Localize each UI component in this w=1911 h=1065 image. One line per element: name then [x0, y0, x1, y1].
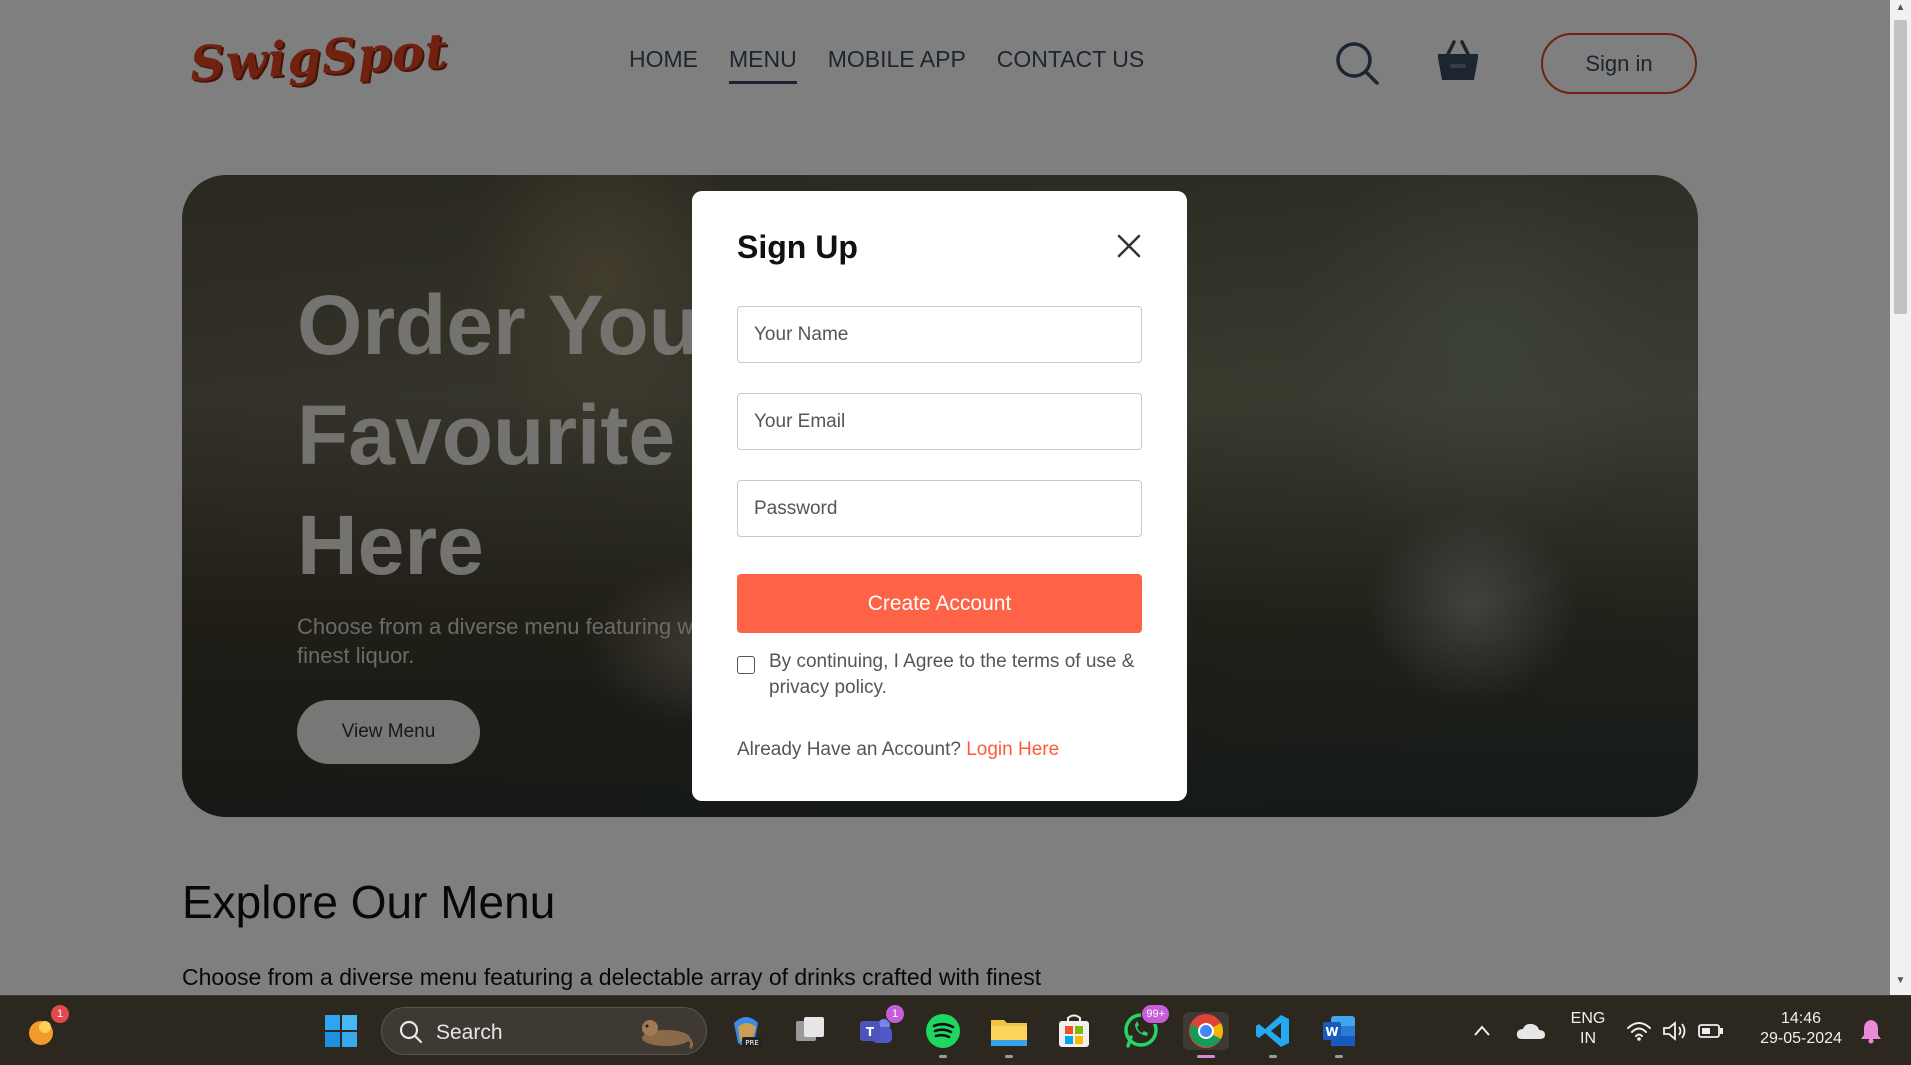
time-label: 14:46 [1780, 1010, 1822, 1027]
svg-text:T: T [866, 1025, 875, 1039]
widgets-badge: 1 [50, 1004, 70, 1024]
active-indicator [1197, 1055, 1215, 1058]
vscode-icon[interactable] [1254, 1012, 1292, 1058]
scrollbar[interactable]: ▲ ▼ [1890, 0, 1911, 995]
otter-icon [642, 1020, 694, 1050]
agree-checkbox[interactable] [737, 656, 755, 674]
start-icon[interactable] [322, 1012, 360, 1050]
svg-text:PRE: PRE [745, 1039, 759, 1047]
taskbar-search[interactable]: Search [381, 1007, 707, 1055]
word-icon[interactable]: W [1320, 1012, 1358, 1058]
running-indicator [939, 1055, 947, 1058]
password-field[interactable] [737, 480, 1142, 537]
wifi-icon [1627, 1022, 1651, 1041]
language-label: ENG [1570, 1010, 1606, 1027]
teams-icon[interactable]: T 1 [857, 1004, 905, 1050]
scroll-up-arrow-icon[interactable]: ▲ [1890, 2, 1911, 16]
microsoft-store-icon[interactable] [1055, 1012, 1093, 1050]
running-indicator [1335, 1055, 1343, 1058]
whatsapp-badge: 99+ [1141, 1004, 1170, 1024]
clock[interactable]: 14:46 29-05-2024 [1746, 1009, 1856, 1049]
region-label: IN [1580, 1030, 1596, 1047]
spotify-icon[interactable] [924, 1012, 962, 1058]
name-field[interactable] [737, 306, 1142, 363]
language-indicator[interactable]: ENG IN [1568, 1009, 1608, 1049]
already-account-text: Already Have an Account? Login Here [737, 739, 1059, 761]
already-label: Already Have an Account? [737, 739, 961, 760]
scroll-thumb[interactable] [1894, 20, 1907, 314]
taskbar: 1 Search PRE T 1 99+ W ENG IN 14:46 29-0… [0, 995, 1911, 1065]
system-status-group[interactable] [1625, 1012, 1725, 1050]
close-icon[interactable] [1116, 233, 1142, 259]
running-indicator [1005, 1055, 1013, 1058]
file-explorer-icon[interactable] [990, 1012, 1028, 1058]
task-view-icon[interactable] [791, 1012, 829, 1050]
web-page: SwigSpot HOME MENU MOBILE APP CONTACT US… [0, 0, 1890, 995]
widgets-icon[interactable]: 1 [22, 1004, 70, 1050]
teams-badge: 1 [885, 1004, 905, 1024]
battery-icon [1698, 1024, 1723, 1038]
notification-bell-icon[interactable] [1852, 1012, 1890, 1050]
scroll-down-arrow-icon[interactable]: ▼ [1890, 975, 1911, 989]
search-label: Search [436, 1021, 503, 1044]
modal-title: Sign Up [737, 229, 858, 265]
svg-text:W: W [1325, 1025, 1338, 1039]
copilot-icon[interactable]: PRE [727, 1012, 765, 1050]
email-field[interactable] [737, 393, 1142, 450]
login-link[interactable]: Login Here [966, 739, 1059, 760]
volume-icon [1663, 1021, 1686, 1041]
search-icon [399, 1020, 423, 1044]
date-label: 29-05-2024 [1760, 1030, 1842, 1047]
create-account-button[interactable]: Create Account [737, 574, 1142, 633]
chevron-up-icon[interactable] [1463, 1012, 1501, 1050]
onedrive-icon[interactable] [1512, 1012, 1550, 1050]
signup-modal: Sign Up Create Account By continuing, I … [692, 191, 1187, 801]
chrome-icon[interactable] [1183, 1012, 1229, 1058]
agree-text: By continuing, I Agree to the terms of u… [769, 651, 1135, 698]
running-indicator [1269, 1055, 1277, 1058]
whatsapp-icon[interactable]: 99+ [1122, 1004, 1170, 1050]
